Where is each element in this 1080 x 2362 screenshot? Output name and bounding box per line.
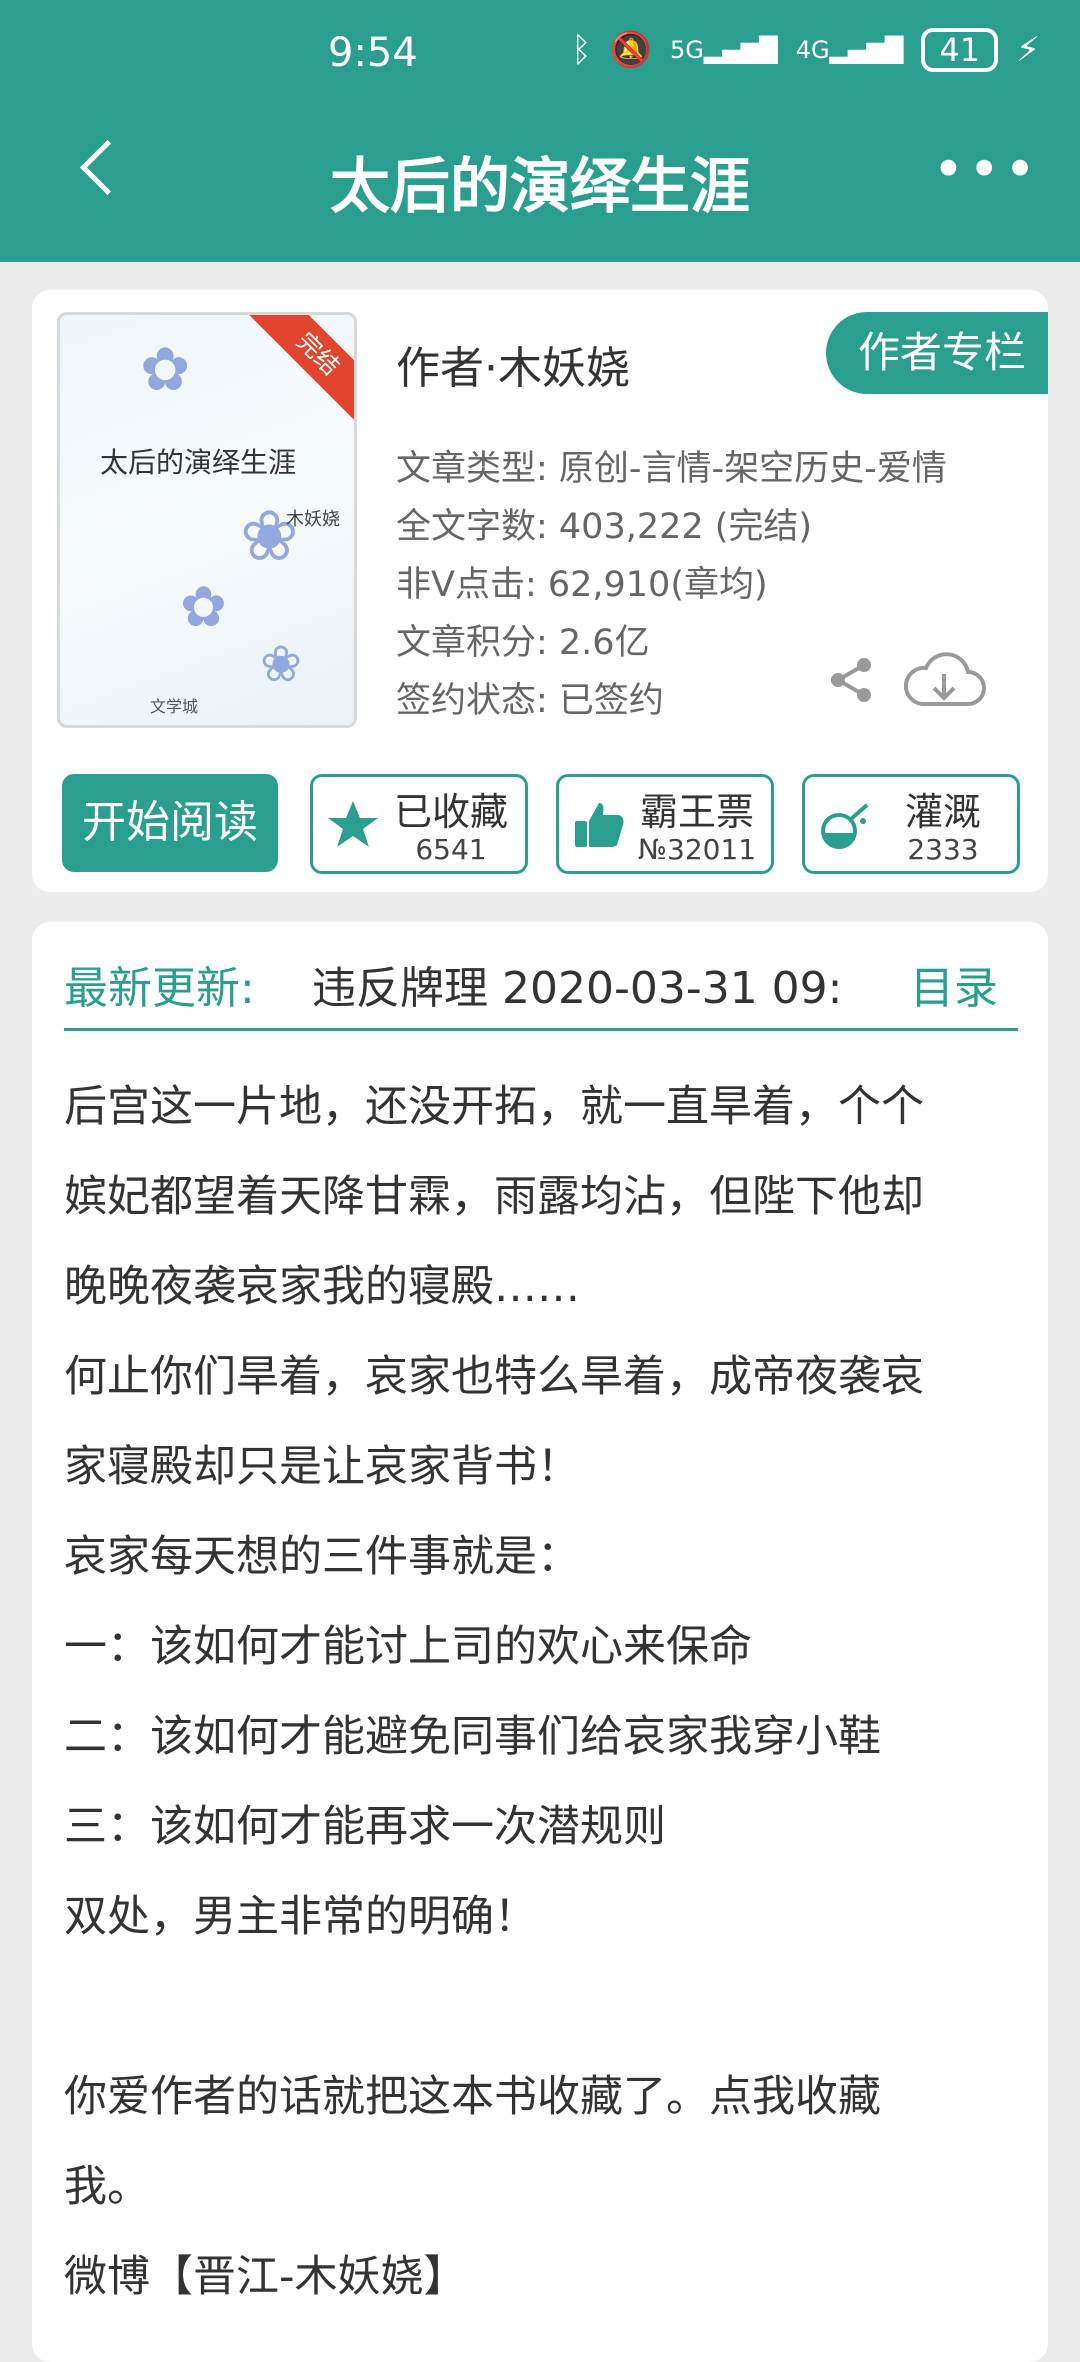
vote-label: 霸王票 (639, 790, 754, 834)
author-name[interactable]: 作者·木妖娆 (396, 332, 630, 396)
page-title: 太后的演绎生涯 (330, 152, 750, 222)
4g-signal-icon: 4G▂▄▆█ (795, 36, 904, 64)
latest-update-label: 最新更新: (64, 963, 255, 1014)
water-count: 2333 (907, 833, 979, 866)
summary-line: 微博【晋江-木妖娆】 (64, 2252, 467, 2302)
summary-line: 晚晚夜袭哀家我的寝殿…… (64, 1262, 580, 1312)
summary-line (64, 1962, 1024, 2052)
summary-line: 哀家每天想的三件事就是： (64, 1532, 580, 1582)
flower-decoration-icon: ❀ (260, 635, 302, 693)
start-reading-button[interactable]: 开始阅读 (62, 774, 278, 872)
favorite-label: 已收藏 (393, 790, 508, 834)
bluetooth-icon: ᛒ (571, 30, 592, 70)
summary-line: 嫔妃都望着天降甘霖，雨露均沾，但陛下他却 (64, 1172, 924, 1222)
summary-line: 一：该如何才能讨上司的欢心来保命 (64, 1622, 752, 1672)
mute-icon: 🔕 (609, 30, 652, 70)
info-score: 文章积分: 2.6亿 (396, 623, 650, 663)
book-info-card: ✿ ❀ ✿ ❀ 完结 太后的演绎生涯 木妖娆 文学城 作者·木妖娆 作者专栏 文… (32, 290, 1048, 892)
cover-title: 太后的演绎生涯 (100, 446, 297, 479)
cloud-download-icon[interactable] (902, 650, 986, 714)
watering-icon (821, 803, 869, 849)
summary-line: 后宫这一片地，还没开拓，就一直旱着，个个 (64, 1082, 924, 1132)
status-icons: ᛒ 🔕 5G▂▄▆█ 4G▂▄▆█ 41 ⚡ (571, 28, 1040, 72)
info-sign-status: 签约状态: 已签约 (396, 681, 664, 721)
vote-button[interactable]: 霸王票 №32011 (556, 774, 774, 874)
completed-badge: 完结 (246, 315, 354, 426)
summary-line: 二：该如何才能避免同事们给哀家我穿小鞋 (64, 1712, 881, 1762)
flower-decoration-icon: ✿ (140, 335, 191, 405)
5g-signal-icon: 5G▂▄▆█ (670, 36, 778, 64)
author-column-button[interactable]: 作者专栏 (826, 312, 1048, 394)
charging-icon: ⚡ (1016, 30, 1040, 70)
vote-count: №32011 (637, 833, 757, 866)
favorite-count: 6541 (415, 833, 487, 866)
flower-decoration-icon: ✿ (180, 575, 227, 640)
cover-publisher: 文学城 (150, 697, 199, 716)
water-button[interactable]: 灌溉 2333 (802, 774, 1020, 874)
battery-indicator: 41 (921, 28, 999, 72)
cover-author: 木妖娆 (286, 509, 340, 530)
info-clicks: 非V点击: 62,910(章均) (396, 565, 768, 605)
more-icon[interactable]: ••• (932, 143, 1040, 197)
star-icon (328, 801, 378, 847)
info-word-count: 全文字数: 403,222 (完结) (396, 507, 813, 547)
favorite-button[interactable]: 已收藏 6541 (310, 774, 528, 874)
app-header: 9:54 ᛒ 🔕 5G▂▄▆█ 4G▂▄▆█ 41 ⚡ 太后的演绎生涯 ••• (0, 0, 1080, 262)
summary-line: 何止你们旱着，哀家也特么旱着，成帝夜袭哀 (64, 1352, 924, 1402)
thumbs-up-icon (575, 803, 624, 847)
summary-line: 你爱作者的话就把这本书收藏了。点我收藏 (64, 2072, 881, 2122)
info-category: 文章类型: 原创-言情-架空历史-爱情 (396, 449, 947, 489)
divider (64, 1028, 1018, 1031)
summary-line: 家寝殿却只是让哀家背书！ (64, 1442, 580, 1492)
summary-card: 最新更新: 违反牌理 2020-03-31 09: 目录 后宫这一片地，还没开拓… (32, 922, 1048, 2362)
summary-line: 三：该如何才能再求一次潜规则 (64, 1802, 666, 1852)
summary-line: 我。 (64, 2162, 150, 2212)
water-label: 灌溉 (904, 790, 981, 834)
summary-line: 双处，男主非常的明确！ (64, 1892, 537, 1942)
catalog-link[interactable]: 目录 (910, 952, 998, 1016)
status-time: 9:54 (328, 30, 418, 76)
share-icon[interactable] (826, 655, 876, 705)
book-cover[interactable]: ✿ ❀ ✿ ❀ 完结 太后的演绎生涯 木妖娆 文学城 (57, 312, 357, 728)
book-summary: 后宫这一片地，还没开拓，就一直旱着，个个 嫔妃都望着天降甘霖，雨露均沾，但陛下他… (64, 1062, 1024, 2322)
latest-update-value[interactable]: 违反牌理 2020-03-31 09: (312, 952, 892, 1016)
